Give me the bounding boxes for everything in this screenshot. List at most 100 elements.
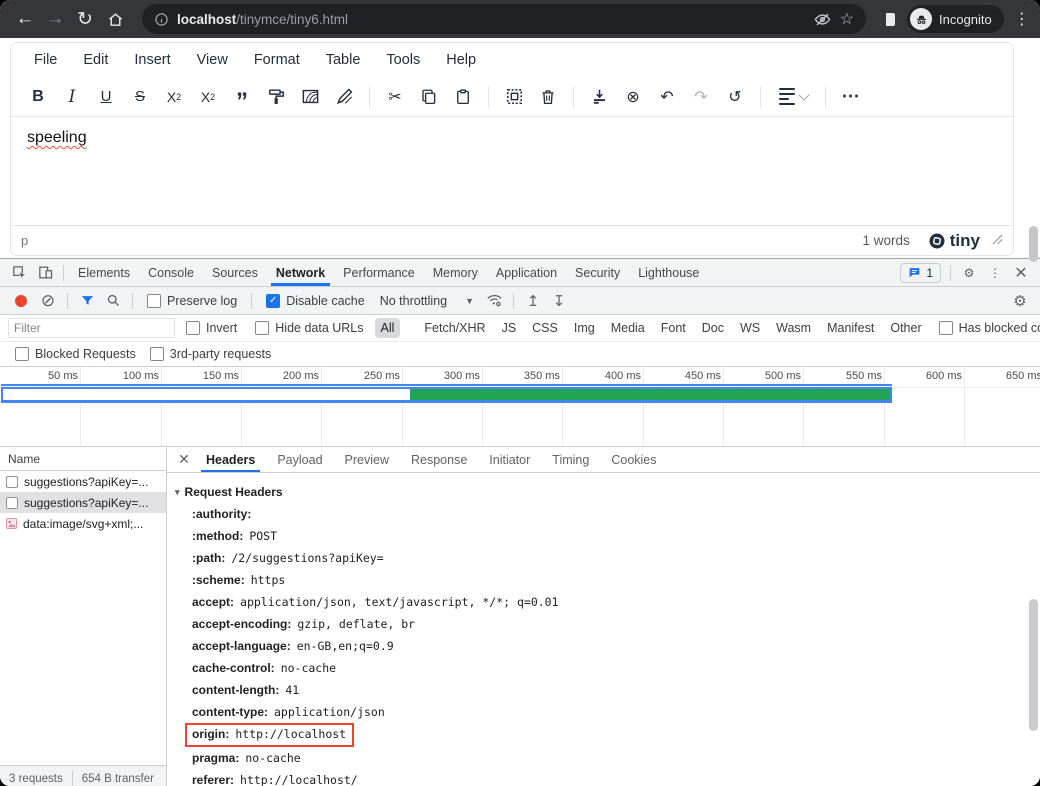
detail-tab-response[interactable]: Response xyxy=(400,447,478,472)
menu-format[interactable]: Format xyxy=(245,48,309,72)
italic-icon[interactable]: I xyxy=(55,82,89,112)
resize-handle-icon[interactable] xyxy=(992,232,1003,250)
tab-security[interactable]: Security xyxy=(566,260,629,286)
menu-file[interactable]: File xyxy=(25,48,66,72)
tab-sources[interactable]: Sources xyxy=(203,260,267,286)
menu-help[interactable]: Help xyxy=(437,48,485,72)
detail-tab-preview[interactable]: Preview xyxy=(334,447,400,472)
tab-lighthouse[interactable]: Lighthouse xyxy=(629,260,708,286)
site-info-icon[interactable] xyxy=(154,12,169,27)
reload-icon[interactable]: ↻ xyxy=(70,4,100,34)
filter-type-font[interactable]: Font xyxy=(655,318,692,338)
page-scrollbar[interactable] xyxy=(1029,226,1038,262)
paste-icon[interactable] xyxy=(446,82,480,112)
detail-tab-payload[interactable]: Payload xyxy=(266,447,333,472)
superscript-icon[interactable]: X2 xyxy=(191,82,225,112)
filter-type-css[interactable]: CSS xyxy=(526,318,564,338)
permanent-pen-icon[interactable] xyxy=(327,82,361,112)
menu-insert[interactable]: Insert xyxy=(125,48,179,72)
preserve-log-checkbox[interactable]: Preserve log xyxy=(147,294,237,308)
request-row[interactable]: suggestions?apiKey=... xyxy=(0,471,166,492)
search-icon[interactable] xyxy=(101,289,125,313)
bold-icon[interactable]: B xyxy=(21,82,55,112)
tab-performance[interactable]: Performance xyxy=(334,260,424,286)
detail-tab-headers[interactable]: Headers xyxy=(195,447,266,472)
throttling-dropdown[interactable]: No throttling ▼ xyxy=(380,294,474,308)
detail-tab-cookies[interactable]: Cookies xyxy=(600,447,667,472)
tab-console[interactable]: Console xyxy=(139,260,203,286)
detail-tab-timing[interactable]: Timing xyxy=(541,447,600,472)
strikethrough-icon[interactable]: S xyxy=(123,82,157,112)
detail-close-icon[interactable]: ✕ xyxy=(173,451,195,468)
forward-icon[interactable]: → xyxy=(40,4,70,34)
checkbox-unchecked[interactable] xyxy=(186,321,200,335)
disable-cache-checkbox[interactable]: ✓ Disable cache xyxy=(266,294,365,308)
element-path[interactable]: p xyxy=(21,233,862,248)
export-har-icon[interactable]: ↧ xyxy=(547,289,571,313)
filter-type-img[interactable]: Img xyxy=(568,318,601,338)
filter-input[interactable] xyxy=(8,318,175,338)
format-painter-icon[interactable] xyxy=(259,82,293,112)
side-panel-icon[interactable] xyxy=(880,13,895,26)
address-bar[interactable]: localhost/tinymce/tiny6.html ☆ xyxy=(142,4,866,34)
filter-type-wasm[interactable]: Wasm xyxy=(770,318,817,338)
checkbox-unchecked[interactable] xyxy=(939,321,953,335)
save-icon[interactable] xyxy=(582,82,616,112)
checkbox-unchecked[interactable] xyxy=(15,347,29,361)
invert-checkbox[interactable]: Invert xyxy=(186,321,237,335)
device-toolbar-icon[interactable] xyxy=(32,261,58,285)
copy-icon[interactable] xyxy=(412,82,446,112)
request-list-header[interactable]: Name xyxy=(0,447,166,471)
issues-counter[interactable]: 1 xyxy=(900,263,941,283)
menu-table[interactable]: Table xyxy=(317,48,370,72)
import-har-icon[interactable]: ↥ xyxy=(521,289,545,313)
back-icon[interactable]: ← xyxy=(10,4,40,34)
request-row[interactable]: data:image/svg+xml;... xyxy=(0,513,166,534)
filter-funnel-icon[interactable] xyxy=(75,289,99,313)
redo-icon[interactable]: ↷ xyxy=(684,82,718,112)
filter-type-media[interactable]: Media xyxy=(605,318,651,338)
tab-memory[interactable]: Memory xyxy=(424,260,487,286)
cut-icon[interactable]: ✂ xyxy=(378,82,412,112)
password-eye-off-icon[interactable] xyxy=(813,10,832,29)
network-conditions-icon[interactable] xyxy=(482,289,506,313)
align-left-icon[interactable] xyxy=(769,82,817,112)
tab-elements[interactable]: Elements xyxy=(69,260,139,286)
blocked-requests-checkbox[interactable]: Blocked Requests xyxy=(15,347,136,361)
filter-type-doc[interactable]: Doc xyxy=(696,318,730,338)
detail-tab-initiator[interactable]: Initiator xyxy=(478,447,541,472)
filter-type-ws[interactable]: WS xyxy=(734,318,766,338)
select-all-icon[interactable] xyxy=(497,82,531,112)
browser-menu-icon[interactable]: ⋮ xyxy=(1014,9,1030,29)
underline-icon[interactable]: U xyxy=(89,82,123,112)
network-overview-timeline[interactable]: 50 ms 100 ms 150 ms 200 ms 250 ms 300 ms… xyxy=(0,367,1040,447)
menu-tools[interactable]: Tools xyxy=(377,48,429,72)
checkbox-unchecked[interactable] xyxy=(255,321,269,335)
delete-icon[interactable] xyxy=(531,82,565,112)
cancel-icon[interactable]: ⊗ xyxy=(616,82,650,112)
checkbox-unchecked[interactable] xyxy=(150,347,164,361)
filter-type-all[interactable]: All xyxy=(375,318,401,338)
request-headers-section[interactable]: ▾ Request Headers xyxy=(175,481,1040,503)
menu-view[interactable]: View xyxy=(188,48,237,72)
misspelled-word[interactable]: speeling xyxy=(27,129,87,146)
devtools-menu-icon[interactable]: ⋮ xyxy=(982,261,1008,285)
more-options-icon[interactable]: ⋯ xyxy=(834,82,868,112)
tab-application[interactable]: Application xyxy=(487,260,566,286)
inspect-element-icon[interactable] xyxy=(6,261,32,285)
hide-data-urls-checkbox[interactable]: Hide data URLs xyxy=(255,321,363,335)
filter-type-fetch-xhr[interactable]: Fetch/XHR xyxy=(418,318,491,338)
devtools-settings-icon[interactable]: ⚙ xyxy=(956,261,982,285)
tiny-logo[interactable]: tiny xyxy=(928,231,980,251)
undo-icon[interactable]: ↶ xyxy=(650,82,684,112)
bookmark-star-icon[interactable]: ☆ xyxy=(840,9,854,29)
third-party-requests-checkbox[interactable]: 3rd-party requests xyxy=(150,347,271,361)
editor-content[interactable]: speeling xyxy=(11,116,1013,225)
detail-scrollbar[interactable] xyxy=(1029,599,1038,731)
home-icon[interactable] xyxy=(100,4,130,34)
has-blocked-cookies-checkbox[interactable]: Has blocked cookies xyxy=(939,321,1040,335)
filter-type-js[interactable]: JS xyxy=(496,318,523,338)
menu-edit[interactable]: Edit xyxy=(74,48,117,72)
filter-type-other[interactable]: Other xyxy=(884,318,927,338)
network-settings-icon[interactable]: ⚙ xyxy=(1008,289,1032,313)
